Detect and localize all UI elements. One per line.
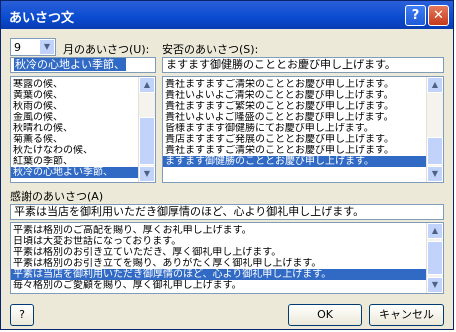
- month-list-scrollbar[interactable]: ▲ ▼: [138, 77, 155, 182]
- help-button[interactable]: ?: [10, 304, 34, 326]
- title-bar[interactable]: あいさつ文 ? ✕: [1, 1, 453, 29]
- month-greeting-input-text: 秋冷の心地よい季節、: [14, 58, 126, 71]
- list-item[interactable]: 秋雨の候、: [11, 101, 139, 112]
- window-title: あいさつ文: [9, 11, 75, 26]
- thanks-list[interactable]: 平素は格別のご高配を賜り、厚くお礼申し上げます。 日頃は大変お世話になっております…: [10, 222, 444, 294]
- list-item[interactable]: 貴社いよいよご清栄のこととお慶び申し上げます。: [163, 90, 427, 101]
- list-item[interactable]: 菊薫る候、: [11, 134, 139, 145]
- list-item[interactable]: 紅葉の季節、: [11, 156, 139, 167]
- month-greeting-list[interactable]: 寒露の候、 黄葉の候、 秋雨の候、 金風の候、 秋晴れの候、 菊薫る候、 秋たけなわの候、紅…: [10, 76, 156, 183]
- month-combo[interactable]: 9 ▼: [10, 38, 56, 56]
- scroll-thumb[interactable]: [427, 241, 443, 275]
- list-item[interactable]: 平素は格別のお引き立ていただき、厚く御礼申し上げます。: [11, 247, 427, 258]
- list-item[interactable]: 日頃は大変お世話になっております。: [11, 236, 427, 247]
- list-item[interactable]: 貴社ますますご繁栄のこととお慶び申し上げます。: [163, 101, 427, 112]
- list-item[interactable]: 寒露の候、: [11, 79, 139, 90]
- list-item[interactable]: 秋晴れの候、: [11, 123, 139, 134]
- list-item[interactable]: 平素は当店を御利用いただき御厚情のほど、心より御礼申し上げます。: [11, 269, 427, 280]
- month-value: 9: [14, 41, 21, 54]
- scroll-up-icon[interactable]: ▲: [427, 77, 443, 93]
- list-item[interactable]: 毎々格別のご愛顧を賜り、厚く御礼申し上げます。: [11, 280, 427, 291]
- list-item[interactable]: 皆様ますます御健勝にてお慶び申し上げます。: [163, 123, 427, 134]
- list-item[interactable]: 平素は格別のお引き立てを賜り、ありがたく厚く御礼申し上げます。: [11, 258, 427, 269]
- scroll-down-icon[interactable]: ▼: [139, 166, 155, 182]
- scroll-up-icon[interactable]: ▲: [139, 77, 155, 93]
- scroll-up-icon[interactable]: ▲: [427, 223, 443, 239]
- close-button[interactable]: ✕: [428, 5, 449, 26]
- scroll-down-icon[interactable]: ▼: [427, 166, 443, 182]
- anpi-input[interactable]: ますます御健勝のこととお慶び申し上げます。: [162, 57, 444, 73]
- list-item[interactable]: 貴社いよいよご隆盛のこととお慶び申し上げます。: [163, 112, 427, 123]
- title-help-button[interactable]: ?: [405, 5, 426, 26]
- thanks-list-scrollbar[interactable]: ▲ ▼: [426, 223, 443, 293]
- ok-button[interactable]: OK: [288, 304, 362, 326]
- anpi-list-scrollbar[interactable]: ▲ ▼: [426, 77, 443, 182]
- anpi-list[interactable]: 貴社ますますご清栄のこととお慶び申し上げます。 貴社いよいよご清栄のこととお慶び申…: [162, 76, 444, 183]
- list-item[interactable]: 秋冷の心地よい季節、: [11, 167, 139, 178]
- month-greeting-input[interactable]: 秋冷の心地よい季節、: [10, 57, 156, 73]
- month-greeting-label: 月のあいさつ(U):: [63, 43, 150, 56]
- list-item[interactable]: 平素は格別のご高配を賜り、厚くお礼申し上げます。: [11, 225, 427, 236]
- dialog-window: あいさつ文 ? ✕ 9 ▼ 月のあいさつ(U): 安否のあいさつ(S): 秋冷の…: [0, 0, 454, 330]
- chevron-down-icon[interactable]: ▼: [39, 39, 55, 55]
- list-item[interactable]: 貴店ますますご発展のこととお慶び申し上げます。: [163, 134, 427, 145]
- list-item[interactable]: 貴社ますますご清栄のこととお慶び申し上げます。: [163, 145, 427, 156]
- list-item[interactable]: 黄葉の候、: [11, 90, 139, 101]
- thanks-label: 感謝のあいさつ(A): [10, 190, 104, 203]
- scroll-down-icon[interactable]: ▼: [427, 277, 443, 293]
- list-item[interactable]: ますます御健勝のこととお慶び申し上げます。: [163, 156, 427, 167]
- anpi-label: 安否のあいさつ(S):: [162, 43, 259, 56]
- list-item[interactable]: 金風の候、: [11, 112, 139, 123]
- list-item[interactable]: 秋たけなわの候、: [11, 145, 139, 156]
- cancel-button[interactable]: キャンセル: [369, 304, 444, 326]
- scroll-thumb[interactable]: [427, 137, 443, 165]
- scroll-thumb[interactable]: [139, 117, 155, 165]
- thanks-input[interactable]: 平素は当店を御利用いただき御厚情のほど、心より御礼申し上げます。: [10, 204, 444, 220]
- list-item[interactable]: 貴社ますますご清栄のこととお慶び申し上げます。: [163, 79, 427, 90]
